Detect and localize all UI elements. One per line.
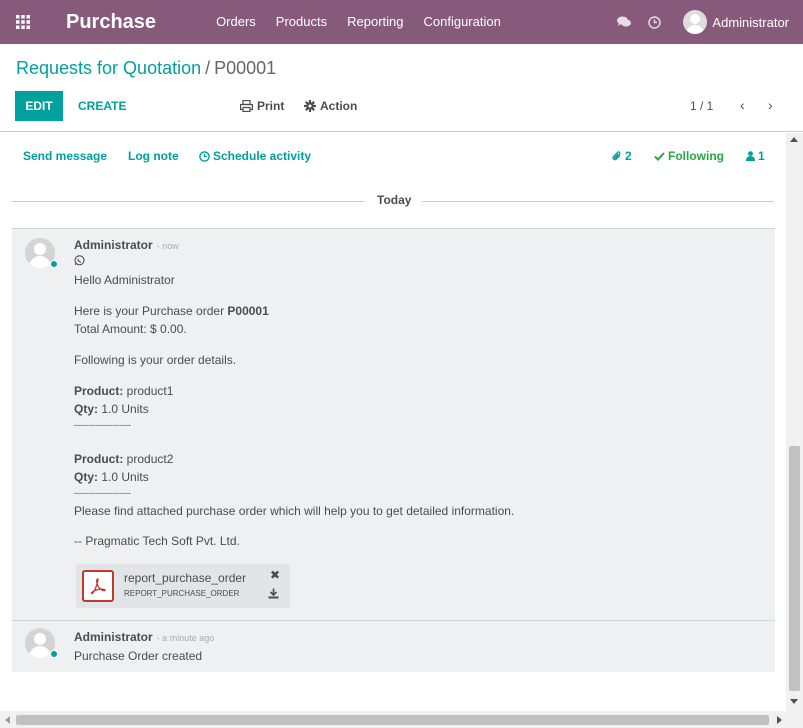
breadcrumb-separator: /: [205, 58, 211, 78]
check-icon: [654, 151, 665, 161]
systray: Administrator: [609, 0, 803, 44]
message-author-line: Administrator - now: [74, 238, 179, 252]
attachments-button[interactable]: 2: [612, 149, 632, 163]
scrollbar-thumb[interactable]: [16, 715, 769, 725]
qty-line: Qty: 1.0 Units: [74, 400, 514, 418]
log-note-button[interactable]: Log note: [128, 149, 179, 163]
message-greeting: Hello Administrator: [74, 273, 175, 287]
menu-orders[interactable]: Orders: [206, 0, 266, 44]
message-total: Total Amount: $ 0.00.: [74, 322, 187, 336]
apps-menu-icon[interactable]: [0, 0, 46, 44]
attachment-card[interactable]: report_purchase_order REPORT_PURCHASE_OR…: [76, 564, 290, 608]
product-value: product1: [123, 384, 174, 398]
menu-configuration[interactable]: Configuration: [413, 0, 510, 44]
pager-previous-icon[interactable]: ‹: [740, 97, 745, 113]
vertical-scrollbar[interactable]: [786, 133, 803, 711]
message: Administrator - now Hello Administrator H…: [12, 228, 775, 620]
user-avatar[interactable]: [683, 10, 708, 34]
scrollbar-thumb[interactable]: [789, 446, 800, 691]
date-separator-label: Today: [377, 193, 412, 207]
scroll-left-arrow-icon[interactable]: [5, 716, 10, 724]
product-value: product2: [123, 452, 174, 466]
message-intro: Here is your Purchase order P00001: [74, 302, 514, 320]
paperclip-icon: [612, 150, 621, 160]
message-author[interactable]: Administrator: [74, 630, 153, 644]
horizontal-scrollbar[interactable]: [0, 711, 803, 728]
schedule-activity-label: Schedule activity: [213, 149, 312, 163]
chat-icon[interactable]: [609, 16, 639, 28]
message-body: Hello Administrator Here is your Purchas…: [74, 271, 514, 550]
message-details: Following is your order details.: [74, 353, 237, 367]
schedule-activity-button[interactable]: Schedule activity: [199, 149, 311, 163]
gear-icon: [304, 100, 316, 112]
message-closing: Please find attached purchase order whic…: [74, 504, 515, 518]
breadcrumb-parent[interactable]: Requests for Quotation: [16, 58, 201, 78]
scroll-up-arrow-icon[interactable]: [790, 137, 798, 142]
date-separator: Today: [12, 193, 774, 209]
breadcrumb: Requests for Quotation / P00001: [16, 58, 276, 79]
action-label: Action: [320, 99, 358, 113]
message-author[interactable]: Administrator: [74, 238, 153, 252]
message-signature: -- Pragmatic Tech Soft Pvt. Ltd.: [74, 534, 240, 548]
order-reference: P00001: [227, 304, 269, 318]
product-label: Product:: [74, 452, 124, 466]
follower-count: 1: [758, 149, 765, 163]
qty-value: 1.0 Units: [98, 470, 149, 484]
qty-label: Qty:: [74, 470, 98, 484]
qty-value: 1.0 Units: [98, 402, 149, 416]
divider-line: -------------------: [74, 420, 131, 430]
product-line: Product: product2: [74, 450, 514, 468]
menu-reporting[interactable]: Reporting: [337, 0, 413, 44]
message-body: Purchase Order created: [74, 649, 203, 663]
attachment-count: 2: [625, 149, 632, 163]
scroll-down-arrow-icon[interactable]: [790, 699, 798, 704]
separator-line-left: [12, 201, 364, 202]
product-label: Product:: [74, 384, 124, 398]
print-icon: [240, 100, 253, 112]
scroll-right-arrow-icon[interactable]: [777, 716, 782, 724]
whatsapp-icon: [74, 253, 85, 271]
top-menu: Orders Products Reporting Configuration: [206, 0, 511, 44]
attachment-extension: REPORT_PURCHASE_ORDER: [124, 589, 240, 598]
action-button[interactable]: Action: [304, 99, 357, 113]
breadcrumb-current: P00001: [214, 58, 277, 78]
print-button[interactable]: Print: [240, 99, 284, 113]
remove-attachment-icon[interactable]: ✖: [270, 568, 280, 582]
edit-button[interactable]: EDIT: [15, 91, 63, 121]
message-intro-text: Here is your Purchase order: [74, 304, 228, 318]
chatter: Send message Log note Schedule activity …: [0, 133, 786, 711]
app-title[interactable]: Purchase: [66, 11, 156, 34]
main-navbar: Purchase Orders Products Reporting Confi…: [0, 0, 803, 44]
pager-next-icon[interactable]: ›: [768, 97, 773, 113]
control-panel: Requests for Quotation / P00001 EDIT CREAT…: [0, 44, 803, 132]
user-icon: [746, 151, 755, 161]
pager-value[interactable]: 1 / 1: [690, 99, 713, 113]
product-line: Product: product1: [74, 382, 514, 400]
clock-icon[interactable]: [639, 15, 669, 29]
message: Administrator - a minute ago Purchase Ord…: [12, 620, 775, 672]
message-date: - now: [156, 241, 179, 251]
pdf-file-icon: [82, 570, 114, 602]
following-button[interactable]: Following: [654, 149, 724, 163]
download-icon[interactable]: [268, 587, 279, 602]
message-author-line: Administrator - a minute ago: [74, 630, 214, 644]
clock-icon: [199, 150, 210, 162]
following-label: Following: [668, 149, 724, 163]
attachment-name[interactable]: report_purchase_order: [124, 571, 246, 585]
qty-label: Qty:: [74, 402, 98, 416]
online-status-icon: [50, 650, 58, 658]
online-status-icon: [50, 260, 58, 268]
qty-line: Qty: 1.0 Units: [74, 468, 514, 486]
divider-line: -------------------: [74, 488, 131, 498]
followers-button[interactable]: 1: [746, 149, 765, 163]
create-button[interactable]: CREATE: [78, 99, 126, 113]
print-label: Print: [257, 99, 285, 113]
separator-line-right: [422, 201, 774, 202]
message-date: - a minute ago: [156, 633, 215, 643]
chatter-topbar: Send message Log note Schedule activity …: [0, 133, 786, 179]
user-name[interactable]: Administrator: [712, 15, 789, 30]
send-message-button[interactable]: Send message: [23, 149, 107, 163]
menu-products[interactable]: Products: [266, 0, 337, 44]
